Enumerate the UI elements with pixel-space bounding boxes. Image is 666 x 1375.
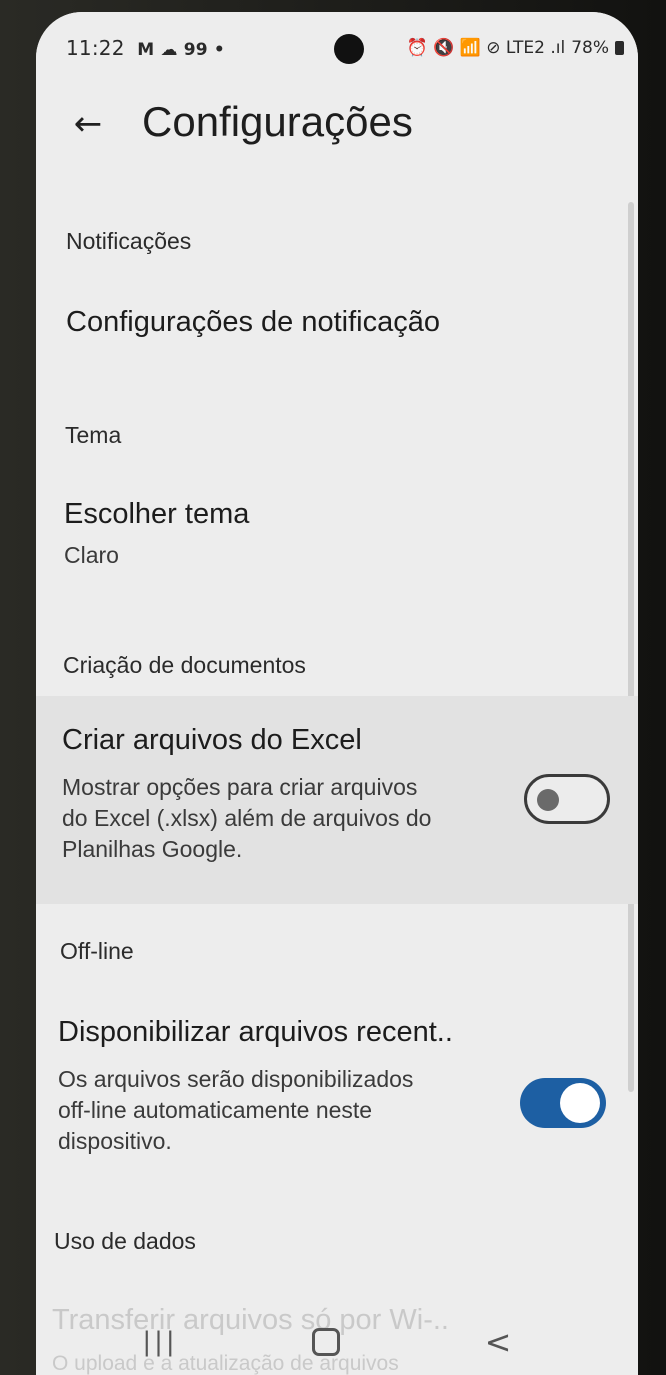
section-header-data-usage: Uso de dados xyxy=(54,1228,196,1254)
section-header-notifications: Notificações xyxy=(66,228,192,254)
toggle-knob xyxy=(560,1083,600,1123)
phone-frame: 11:22 M ☁ 99 • ⏰ 🔇 📶 ⊘ LTE2 .ıl 78% ← Co… xyxy=(0,0,666,1375)
system-nav-bar: ||| < xyxy=(36,1312,638,1375)
section-header-offline: Off-line xyxy=(60,938,134,964)
notification-icons: M ☁ 99 • xyxy=(137,40,225,60)
offline-recent-toggle[interactable] xyxy=(520,1078,606,1128)
offline-recent-files-item[interactable]: Disponibilizar arquivos recent.. Os arqu… xyxy=(36,1012,638,1162)
create-excel-desc-line-3: Planilhas Google. xyxy=(62,836,243,862)
status-right: ⏰ 🔇 📶 ⊘ LTE2 .ıl 78% xyxy=(407,38,624,58)
status-time: 11:22 xyxy=(66,36,125,60)
section-header-doc-creation: Criação de documentos xyxy=(63,652,306,678)
offline-recent-desc-line-2: off-line automaticamente neste xyxy=(58,1097,373,1123)
create-excel-files-item[interactable]: Criar arquivos do Excel Mostrar opções p… xyxy=(36,696,638,904)
offline-recent-desc-line-1: Os arquivos serão disponibilizados xyxy=(58,1066,414,1092)
offline-recent-title: Disponibilizar arquivos recent.. xyxy=(58,1016,453,1048)
screen: 11:22 M ☁ 99 • ⏰ 🔇 📶 ⊘ LTE2 .ıl 78% ← Co… xyxy=(36,12,638,1375)
home-shape xyxy=(312,1328,340,1356)
choose-theme-title: Escolher tema xyxy=(64,498,250,530)
create-excel-desc-line-1: Mostrar opções para criar arquivos xyxy=(62,774,418,800)
scrollbar[interactable] xyxy=(628,202,634,1092)
app-bar: ← Configurações xyxy=(36,82,638,182)
status-left: 11:22 M ☁ 99 • xyxy=(66,36,225,60)
recents-icon[interactable]: ||| xyxy=(130,1320,190,1364)
home-icon[interactable] xyxy=(296,1320,356,1364)
page-title: Configurações xyxy=(142,98,413,145)
system-status-icons: ⏰ 🔇 📶 ⊘ LTE2 .ıl xyxy=(406,38,566,58)
create-excel-toggle[interactable] xyxy=(524,774,610,824)
section-header-theme: Tema xyxy=(65,422,122,448)
status-bar: 11:22 M ☁ 99 • ⏰ 🔇 📶 ⊘ LTE2 .ıl 78% xyxy=(36,12,638,82)
camera-cutout xyxy=(334,34,364,64)
battery-level: 78% xyxy=(571,38,609,58)
notification-settings-item[interactable]: Configurações de notificação xyxy=(66,306,606,350)
create-excel-title: Criar arquivos do Excel xyxy=(62,724,362,756)
system-back-icon[interactable]: < xyxy=(468,1320,528,1364)
back-arrow-icon[interactable]: ← xyxy=(64,100,112,148)
battery-icon xyxy=(615,41,624,55)
choose-theme-value: Claro xyxy=(64,542,119,568)
offline-recent-desc-line-3: dispositivo. xyxy=(58,1128,172,1154)
choose-theme-item[interactable]: Escolher tema Claro xyxy=(36,492,638,582)
toggle-knob xyxy=(537,789,559,811)
create-excel-desc-line-2: do Excel (.xlsx) além de arquivos do xyxy=(62,805,432,831)
